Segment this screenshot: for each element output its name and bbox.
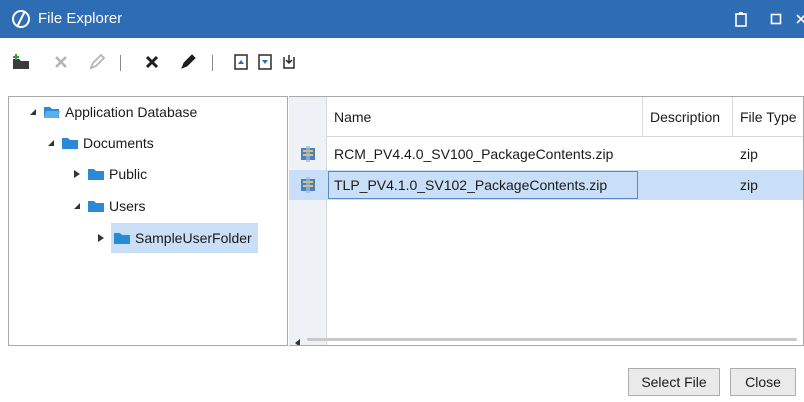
open-folder-icon <box>43 105 61 119</box>
cell-file-type: zip <box>740 177 758 193</box>
toolbar-separator <box>120 55 121 71</box>
rename-file-icon[interactable] <box>177 51 199 73</box>
collapsed-arrow-icon[interactable] <box>71 168 83 180</box>
new-folder-icon[interactable] <box>10 51 32 73</box>
window-title: File Explorer <box>38 10 123 27</box>
tree-node-selected-highlight[interactable]: SampleUserFolder <box>111 223 258 253</box>
tree-node-public[interactable]: Public <box>71 163 147 185</box>
tree-node-label: SampleUserFolder <box>135 230 252 246</box>
toolbar-separator <box>212 55 213 71</box>
cell-name: RCM_PV4.4.0_SV100_PackageContents.zip <box>334 146 614 162</box>
column-header-label: Description <box>650 108 721 125</box>
close-button[interactable]: Close <box>730 368 796 396</box>
table-row[interactable]: RCM_PV4.4.0_SV100_PackageContents.zip zi… <box>289 139 803 169</box>
tree-node-label: Public <box>109 166 148 182</box>
clipboard-icon[interactable] <box>730 8 752 30</box>
file-list[interactable]: Name Description File Type RCM_PV4.4.0_S… <box>289 96 804 346</box>
download-icon[interactable] <box>278 51 300 73</box>
column-header-description[interactable]: Description <box>643 97 733 137</box>
app-logo-icon <box>10 8 32 30</box>
tree-node-users[interactable]: Users <box>71 195 146 217</box>
tree-node-label: Application Database <box>65 104 198 120</box>
cell-file-type: zip <box>740 146 758 162</box>
folder-icon <box>61 136 79 150</box>
expanded-arrow-icon[interactable] <box>71 200 83 212</box>
table-row-selected[interactable]: TLP_PV4.1.0_SV102_PackageContents.zip zi… <box>289 170 803 200</box>
folder-icon <box>113 231 131 245</box>
cell-name: TLP_PV4.1.0_SV102_PackageContents.zip <box>327 170 639 200</box>
folder-tree[interactable]: Application Database Documents Public Us… <box>8 96 288 346</box>
column-header-label: File Type <box>740 108 797 125</box>
row-icon-gutter <box>289 97 327 345</box>
export-icon[interactable] <box>254 51 276 73</box>
folder-icon <box>87 167 105 181</box>
column-header-name[interactable]: Name <box>327 97 643 137</box>
cell-description <box>643 139 733 169</box>
scrollbar-thumb[interactable] <box>307 338 797 341</box>
tree-node-sampleuserfolder[interactable]: SampleUserFolder <box>95 223 258 253</box>
zip-file-icon <box>299 145 317 163</box>
tree-node-label: Users <box>109 198 146 214</box>
zip-file-icon <box>299 176 317 194</box>
rename-folder-icon[interactable] <box>86 51 108 73</box>
import-icon[interactable] <box>230 51 252 73</box>
title-bar: File Explorer <box>0 0 804 38</box>
column-header-label: Name <box>334 108 372 125</box>
tree-node-documents[interactable]: Documents <box>45 132 154 154</box>
delete-folder-icon[interactable] <box>50 51 72 73</box>
restore-icon[interactable] <box>765 8 787 30</box>
horizontal-scrollbar[interactable] <box>289 333 803 345</box>
close-icon[interactable] <box>790 8 804 30</box>
column-header-file-type[interactable]: File Type <box>733 97 803 137</box>
tree-node-application-database[interactable]: Application Database <box>27 101 197 123</box>
folder-icon <box>87 199 105 213</box>
delete-file-icon[interactable] <box>141 51 163 73</box>
select-file-button[interactable]: Select File <box>628 368 720 396</box>
cell-description <box>643 170 733 200</box>
tree-node-label: Documents <box>83 135 154 151</box>
expanded-arrow-icon[interactable] <box>27 106 39 118</box>
toolbar <box>0 38 804 90</box>
expanded-arrow-icon[interactable] <box>45 137 57 149</box>
collapsed-arrow-icon[interactable] <box>95 232 107 244</box>
scroll-left-arrow-icon[interactable] <box>295 335 301 345</box>
